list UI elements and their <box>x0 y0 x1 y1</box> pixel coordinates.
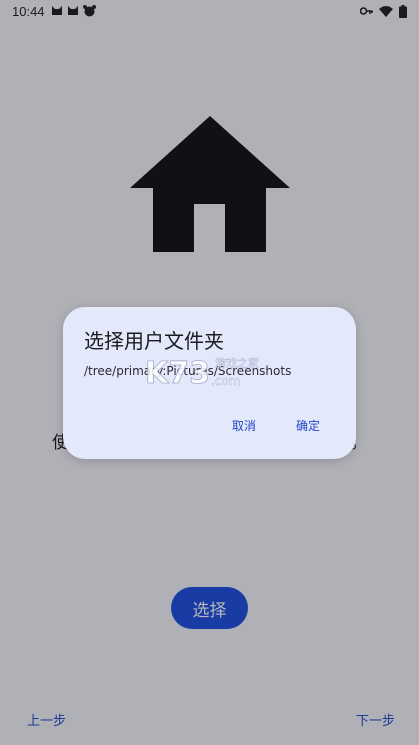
notification-icons <box>51 5 96 17</box>
confirm-button[interactable]: 确定 <box>296 417 320 434</box>
cat-icon <box>51 6 62 15</box>
folder-picker-dialog: 选择用户文件夹 /tree/primary:Pictures/Screensho… <box>63 307 356 459</box>
cat-icon <box>67 6 78 15</box>
animal-face-icon <box>82 5 96 17</box>
key-icon <box>360 7 373 15</box>
status-right <box>360 4 407 18</box>
wifi-icon <box>379 5 393 17</box>
cancel-button[interactable]: 取消 <box>232 417 256 434</box>
dialog-actions: 取消 确定 <box>232 417 320 434</box>
battery-icon <box>399 4 407 18</box>
status-bar: 10:44 <box>0 0 419 22</box>
dialog-title: 选择用户文件夹 <box>84 329 224 353</box>
status-time: 10:44 <box>12 3 45 19</box>
folder-path: /tree/primary:Pictures/Screenshots <box>84 364 292 378</box>
status-left: 10:44 <box>12 4 96 19</box>
